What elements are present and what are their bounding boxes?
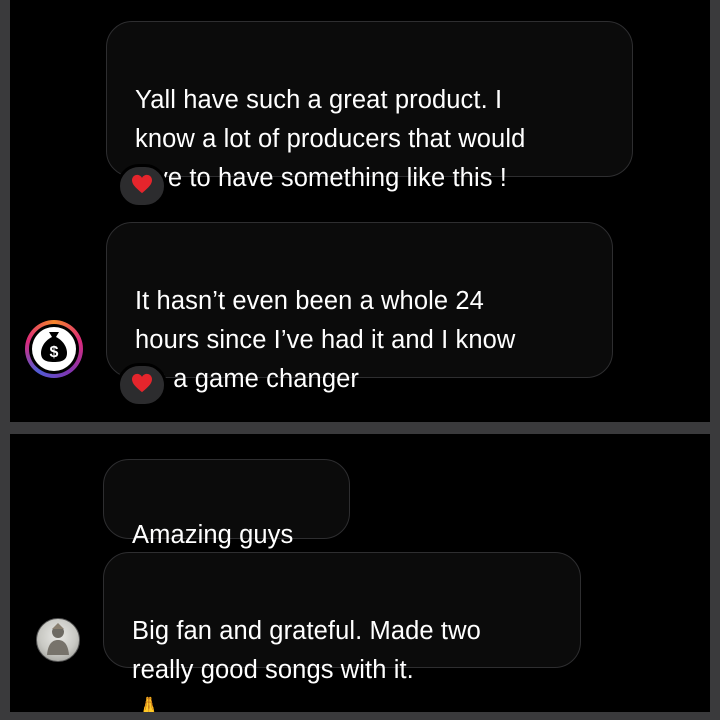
message-text: Big fan and grateful. Made two really go… xyxy=(132,617,481,684)
money-bag-icon: $ xyxy=(39,330,69,369)
conversation-panel-bottom: Amazing guys Big fan and grateful. Made … xyxy=(10,434,710,712)
message-text: It hasn’t even been a whole 24 hours sin… xyxy=(135,287,516,393)
message-reaction[interactable] xyxy=(117,363,167,407)
heart-icon xyxy=(131,373,153,398)
heart-icon xyxy=(131,174,153,199)
message-bubble[interactable]: Amazing guys xyxy=(103,459,350,549)
message-bubble[interactable]: It hasn’t even been a whole 24 hours sin… xyxy=(106,222,613,393)
message-text: Amazing guys xyxy=(132,521,294,549)
avatar[interactable]: $ xyxy=(25,320,83,378)
avatar[interactable] xyxy=(36,618,80,662)
message-bubble[interactable]: Big fan and grateful. Made two really go… xyxy=(103,552,581,712)
user-avatar-icon xyxy=(43,621,73,660)
conversation-panel-top: Yall have such a great product. I know a… xyxy=(10,0,710,422)
message-bubble[interactable]: Yall have such a great product. I know a… xyxy=(106,21,633,192)
message-text: Yall have such a great product. I know a… xyxy=(135,86,526,192)
message-reaction[interactable] xyxy=(117,164,167,208)
folded-hands-icon: 🙏 xyxy=(132,696,166,713)
svg-text:$: $ xyxy=(50,344,59,361)
